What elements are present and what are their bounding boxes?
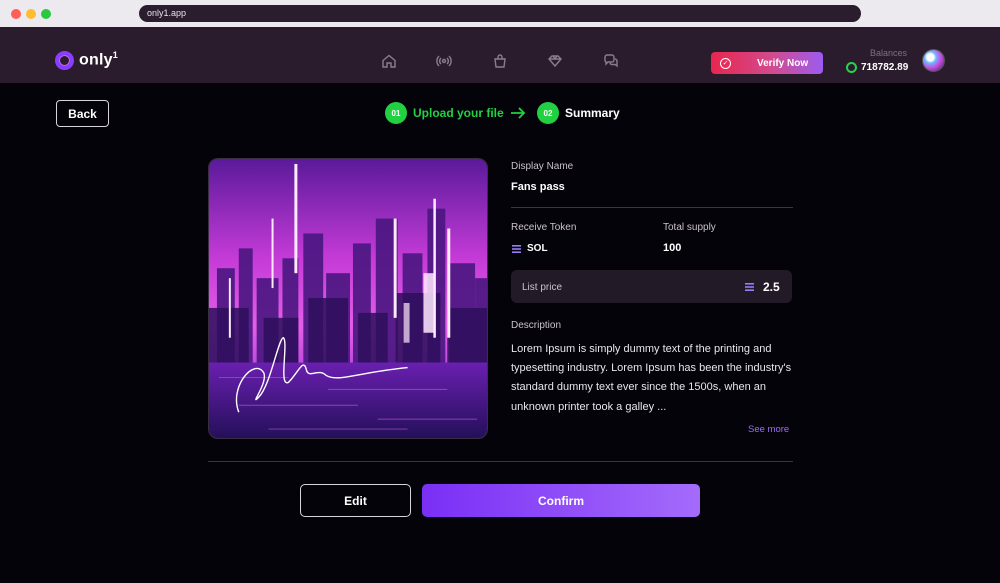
- diamond-icon[interactable]: [547, 53, 563, 69]
- divider: [511, 207, 793, 208]
- edit-button[interactable]: Edit: [300, 484, 411, 517]
- step-label: Summary: [565, 106, 620, 120]
- browser-chrome: only1.app: [0, 0, 1000, 27]
- window-close-button[interactable]: [11, 9, 21, 19]
- list-price-value: 2.5: [763, 280, 780, 294]
- step-label: Upload your file: [413, 106, 504, 120]
- divider: [208, 461, 793, 462]
- nft-artwork-image: [208, 158, 488, 439]
- back-button[interactable]: Back: [56, 100, 109, 127]
- display-name-label: Display Name: [511, 161, 574, 172]
- window-minimize-button[interactable]: [26, 9, 36, 19]
- coin-icon: [846, 62, 857, 73]
- logo[interactable]: only1: [55, 50, 118, 70]
- confirm-button[interactable]: Confirm: [422, 484, 700, 517]
- total-supply-value: 100: [663, 242, 682, 254]
- receive-token-value: SOL: [527, 243, 548, 254]
- solana-icon: [745, 283, 754, 291]
- home-icon[interactable]: [381, 53, 397, 69]
- description-text: Lorem Ipsum is simply dummy text of the …: [511, 343, 792, 413]
- avatar[interactable]: [922, 49, 945, 72]
- receive-token-label: Receive Token: [511, 222, 577, 233]
- display-name-value: Fans pass: [511, 181, 565, 193]
- bag-icon[interactable]: [492, 53, 508, 69]
- step-upload: 01 Upload your file: [385, 102, 504, 124]
- list-price-box: List price 2.5: [511, 270, 792, 303]
- solana-icon: [512, 245, 521, 253]
- window-maximize-button[interactable]: [41, 9, 51, 19]
- balance: 718782.89: [846, 62, 908, 73]
- broadcast-icon[interactable]: [436, 53, 452, 69]
- balances-label: Balances: [870, 48, 908, 58]
- list-price-label: List price: [522, 282, 563, 293]
- address-bar[interactable]: only1.app: [139, 5, 861, 22]
- check-circle-icon: ✓: [720, 57, 731, 69]
- total-supply-label: Total supply: [663, 222, 716, 233]
- logo-text: only1: [79, 50, 118, 69]
- see-more-link[interactable]: See more: [748, 424, 789, 435]
- step-number: 02: [537, 102, 559, 124]
- verify-now-button[interactable]: ✓ Verify Now: [711, 52, 823, 74]
- logo-ring-icon: [55, 50, 74, 70]
- step-summary: 02 Summary: [537, 102, 620, 124]
- step-number: 01: [385, 102, 407, 124]
- chat-icon[interactable]: [603, 53, 619, 69]
- balance-value: 718782.89: [861, 62, 909, 73]
- description-label: Description: [511, 320, 562, 331]
- verify-now-label: Verify Now: [757, 57, 809, 69]
- arrow-right-icon: [510, 105, 526, 121]
